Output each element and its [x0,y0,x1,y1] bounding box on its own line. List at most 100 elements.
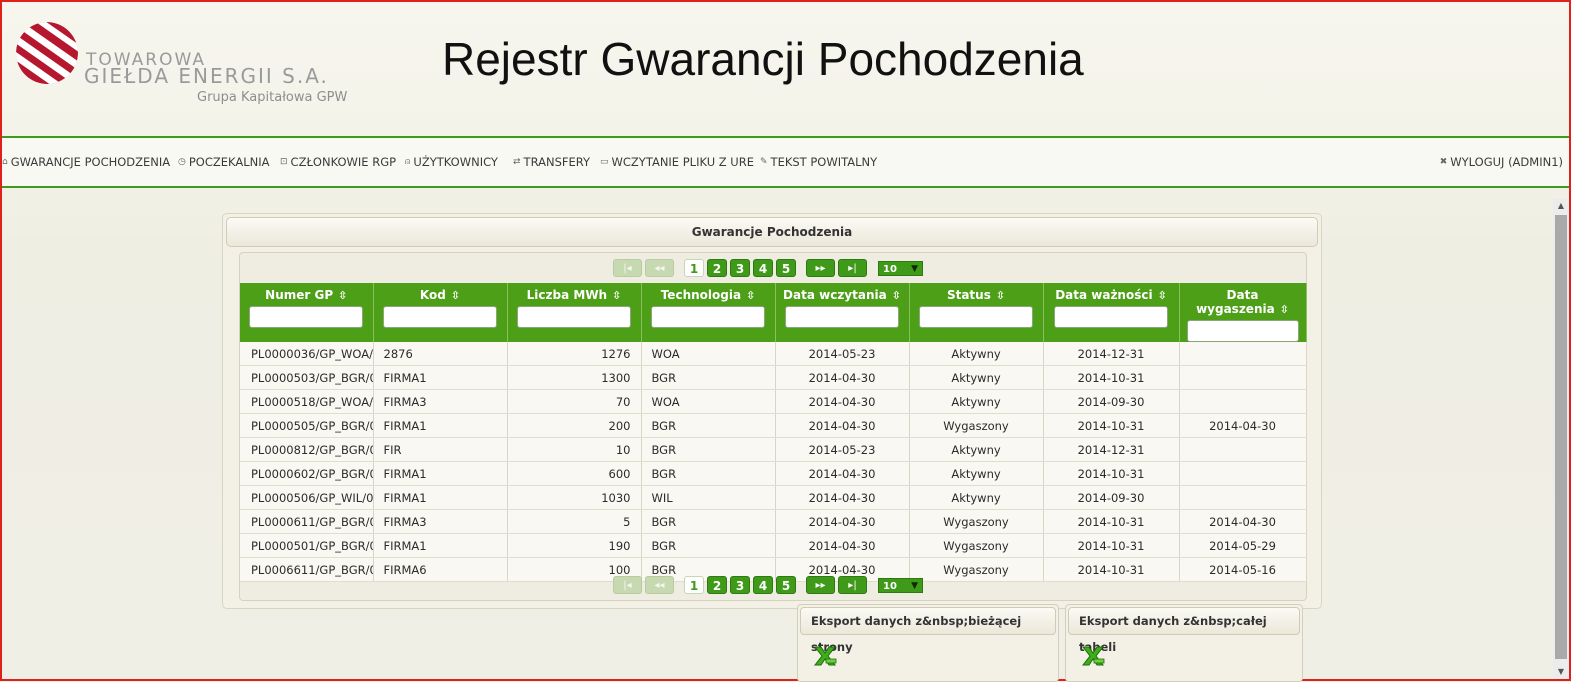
nav-item-label: UŻYTKOWNICY [413,155,498,169]
pager-page-2[interactable]: 2 [707,259,727,277]
table-cell: BGR [641,509,776,534]
scrollbar-thumb[interactable] [1555,215,1567,659]
pager-next-button[interactable]: ▸▸ [806,576,835,594]
pager-page-1[interactable]: 1 [684,576,704,594]
table-cell: 2014-04-30 [775,389,910,414]
pager-first-button[interactable]: |◂ [613,576,642,594]
table-row[interactable]: PL0000812/GP_BGR/02/FIR10BGR2014-05-23Ak… [240,437,1307,462]
column-header-status[interactable]: Status ⇳ [909,283,1044,342]
filter-technologia-input[interactable] [651,306,765,328]
nav-item-uzytkownicy[interactable]: ⍝ UŻYTKOWNICY [405,155,498,169]
pager-page-3[interactable]: 3 [730,576,750,594]
logo-text-company: GIEŁDA ENERGII S.A. [84,64,329,88]
table-cell: PL0000505/GP_BGR/09/ [240,413,374,438]
excel-export-icon[interactable] [1080,643,1106,669]
pager-page-4[interactable]: 4 [753,576,773,594]
table-cell: 2014-09-30 [1043,485,1180,510]
pager-page-3[interactable]: 3 [730,259,750,277]
pager-prev-button[interactable]: ◂◂ [645,259,674,277]
sort-icon: ⇳ [995,289,1006,302]
table-row[interactable]: PL0000506/GP_WIL/01/FIRMA1 1030 WIL 2014-04… [240,485,1307,510]
page-size-value: 10 [883,264,897,275]
column-header-liczba-mwh[interactable]: Liczba MWh ⇳ [507,283,642,342]
filter-status-input[interactable] [919,306,1033,328]
table-cell: Aktywny [909,485,1044,510]
table-row[interactable]: PL0000518/GP_WOA/02FIRMA370WOA2014-04-30… [240,389,1307,414]
table-cell: 2014-04-30 [775,413,910,438]
column-label: Data wczytania [783,288,887,302]
folder-open-icon: ▭ [600,157,609,167]
pager-page-4[interactable]: 4 [753,259,773,277]
pager-next-button[interactable]: ▸▸ [806,259,835,277]
sort-icon: ⇳ [1157,289,1167,302]
logo-text-group: Grupa Kapitałowa GPW [197,90,348,105]
table-row[interactable]: PL0000611/GP_BGR/01/FIRMA35BGR2014-04-30… [240,509,1307,534]
table-cell [1179,389,1307,414]
filter-data-wczytania-input[interactable] [785,306,899,328]
page-size-select[interactable]: 10 ▼ [878,578,923,593]
pager-last-button[interactable]: ▸| [838,259,867,277]
nav-item-label: CZŁONKOWIE RGP [290,155,397,169]
table-cell: 2014-10-31 [1043,461,1180,486]
scroll-down-icon[interactable]: ▼ [1553,665,1569,679]
pager-page-2[interactable]: 2 [707,576,727,594]
table-cell: 190 [507,533,642,558]
page-size-select[interactable]: 10 ▼ [878,261,923,276]
table-cell: 10 [507,437,642,462]
table-cell: 2014-10-31 [1043,365,1180,390]
table-cell: 2014-04-30 [775,485,910,510]
table-row[interactable]: PL0000503/GP_BGR/03/FIRMA11300BGR2014-04… [240,365,1307,390]
column-header-kod[interactable]: Kod ⇳ [373,283,508,342]
table-cell: FIR [373,437,508,462]
scroll-up-icon[interactable]: ▲ [1553,199,1569,213]
pager-first-button[interactable]: |◂ [613,259,642,277]
clock-icon: ◷ [178,157,186,167]
column-header-data-wczytania[interactable]: Data wczytania ⇳ [775,283,910,342]
pager-page-5[interactable]: 5 [776,259,796,277]
column-header-technologia[interactable]: Technologia ⇳ [641,283,776,342]
filter-kod-input[interactable] [383,306,497,328]
chevron-down-icon: ▼ [911,581,918,591]
excel-export-icon[interactable] [812,643,838,669]
sort-icon: ⇳ [1279,303,1289,316]
column-header-data-wygaszenia[interactable]: Data wygaszenia ⇳ [1179,283,1307,342]
nav-item-gwarancje[interactable]: ⌂ GWARANCJE POCHODZENIA [2,155,170,169]
export-current-page-panel: Eksport danych z&nbsp;bieżącej strony [797,604,1059,682]
filter-liczba-mwh-input[interactable] [517,306,631,328]
table-cell: WIL [641,485,776,510]
table-cell: 1300 [507,365,642,390]
table-cell: 5 [507,509,642,534]
nav-item-poczekalnia[interactable]: ◷ POCZEKALNIA [178,155,270,169]
pager-last-button[interactable]: ▸| [838,576,867,594]
table-row[interactable]: PL0000602/GP_BGR/02/FIRMA1600BGR2014-04-… [240,461,1307,486]
pager-page-1[interactable]: 1 [684,259,704,277]
table-row[interactable]: PL0000501/GP_BGR/01/FIRMA1190BGR2014-04-… [240,533,1307,558]
table-cell: WOA [641,342,776,366]
export-whole-table-title: Eksport danych z&nbsp;całej tabeli [1068,607,1300,654]
pager-prev-button[interactable]: ◂◂ [645,576,674,594]
column-header-data-waznosci[interactable]: Data ważności ⇳ [1043,283,1180,342]
table-cell: Aktywny [909,461,1044,486]
export-current-page-title: Eksport danych z&nbsp;bieżącej strony [800,607,1056,654]
nav-item-transfery[interactable]: ⇄ TRANSFERY [513,155,590,169]
pager-page-5[interactable]: 5 [776,576,796,594]
table-row[interactable]: PL0000505/GP_BGR/09/FIRMA1200BGR2014-04-… [240,413,1307,438]
filter-data-wygaszenia-input[interactable] [1186,320,1299,342]
table-cell: 2014-04-30 [775,533,910,558]
table-cell: Aktywny [909,365,1044,390]
table-cell [1179,461,1307,486]
table-cell: PL0000506/GP_WIL/01/ [240,485,374,510]
nav-item-czlonkowie[interactable]: ⊡ CZŁONKOWIE RGP [280,155,396,169]
sort-icon: ⇳ [338,289,348,302]
column-header-numer-gp[interactable]: Numer GP ⇳ [240,283,374,342]
nav-item-label: POCZEKALNIA [188,155,270,169]
nav-item-tekst-powitalny[interactable]: ✎ TEKST POWITALNY [760,155,877,169]
nav-item-wczytanie[interactable]: ▭ WCZYTANIE PLIKU Z URE [600,155,754,169]
sort-icon: ⇳ [450,289,461,302]
table-cell: 2014-10-31 [1043,413,1180,438]
vertical-scrollbar[interactable]: ▲ ▼ [1553,199,1569,679]
filter-data-waznosci-input[interactable] [1054,306,1168,328]
filter-numer-gp-input[interactable] [249,306,364,328]
logout-link[interactable]: ✖ WYLOGUJ (ADMIN1) [1440,155,1563,169]
table-row[interactable]: PL0000036/GP_WOA/2628761276WOA2014-05-23… [240,342,1307,366]
